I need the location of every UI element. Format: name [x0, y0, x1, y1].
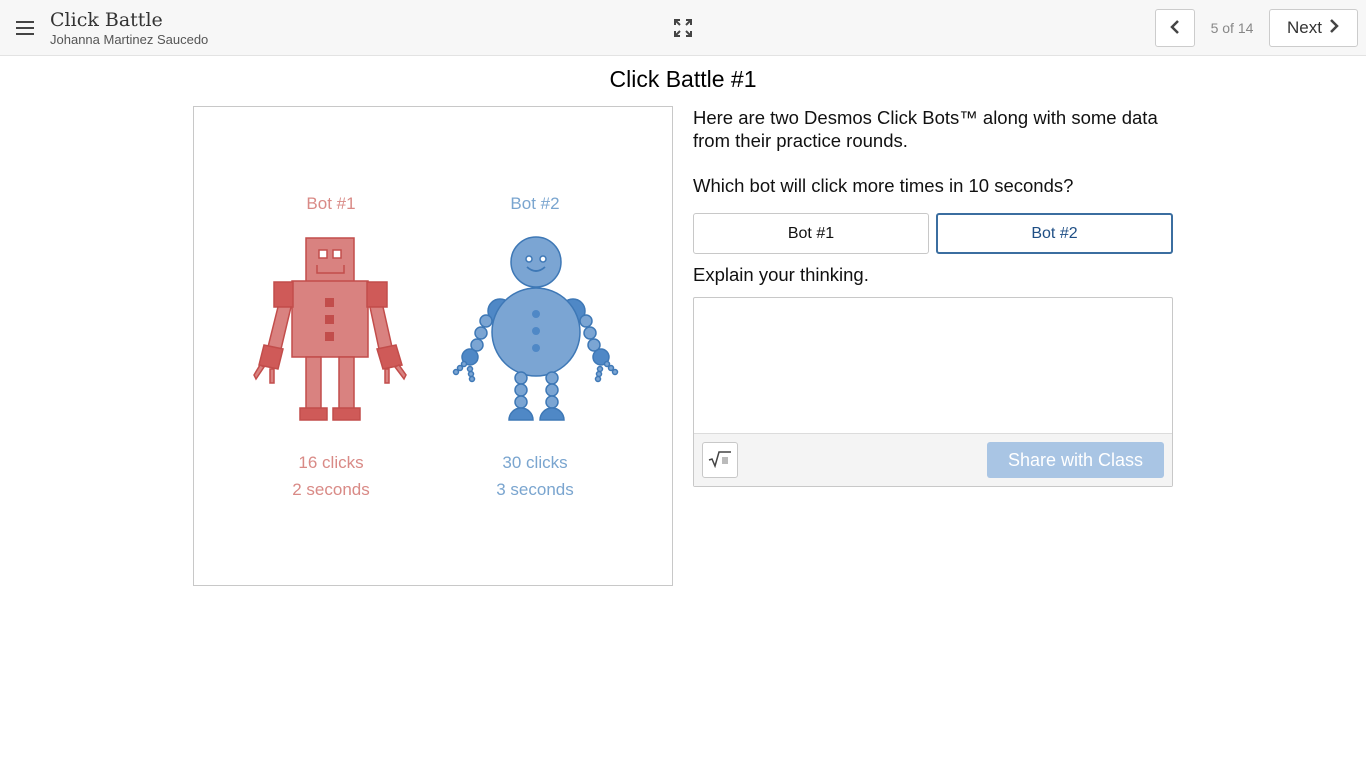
next-button[interactable]: Next — [1269, 9, 1358, 47]
bot1-clicks: 16 clicks — [298, 453, 364, 472]
answer-footer: Share with Class — [694, 433, 1172, 486]
explain-prompt: Explain your thinking. — [693, 264, 869, 285]
bot2-time: 3 seconds — [496, 480, 574, 499]
top-bar: Click Battle Johanna Martinez Saucedo 5 … — [0, 0, 1366, 56]
square-root-icon — [708, 450, 732, 471]
bots-image-panel: Bot #1 Bot #2 16 clicks 2 seconds 30 cli… — [193, 106, 673, 586]
fullscreen-icon[interactable] — [672, 17, 694, 39]
bot1-label: Bot #1 — [306, 194, 356, 213]
answer-box: Share with Class — [693, 297, 1173, 487]
chevron-right-icon — [1328, 18, 1340, 39]
math-input-button[interactable] — [702, 442, 738, 478]
chevron-left-icon — [1169, 19, 1181, 38]
bot2-clicks: 30 clicks — [502, 453, 568, 472]
page-indicator: 5 of 14 — [1210, 20, 1254, 36]
choice-bot2-button[interactable]: Bot #2 — [936, 213, 1173, 254]
choice-bot1-button[interactable]: Bot #1 — [693, 213, 929, 254]
previous-button[interactable] — [1155, 9, 1195, 47]
menu-icon[interactable] — [14, 17, 36, 39]
app-title: Click Battle — [50, 9, 163, 31]
explanation-input[interactable] — [694, 298, 1172, 433]
bot1-time: 2 seconds — [292, 480, 370, 499]
bot2-robot — [452, 236, 619, 421]
bot2-label: Bot #2 — [510, 194, 560, 213]
bots-illustration — [253, 236, 619, 421]
question-text: Which bot will click more times in 10 se… — [693, 175, 1074, 196]
user-name: Johanna Martinez Saucedo — [50, 32, 209, 47]
next-button-label: Next — [1287, 18, 1322, 37]
prompt-intro: Here are two Desmos Click Bots™ along wi… — [693, 107, 1158, 151]
page-title: Click Battle #1 — [609, 66, 757, 92]
bot1-robot — [253, 237, 407, 421]
share-with-class-button[interactable]: Share with Class — [987, 442, 1164, 478]
